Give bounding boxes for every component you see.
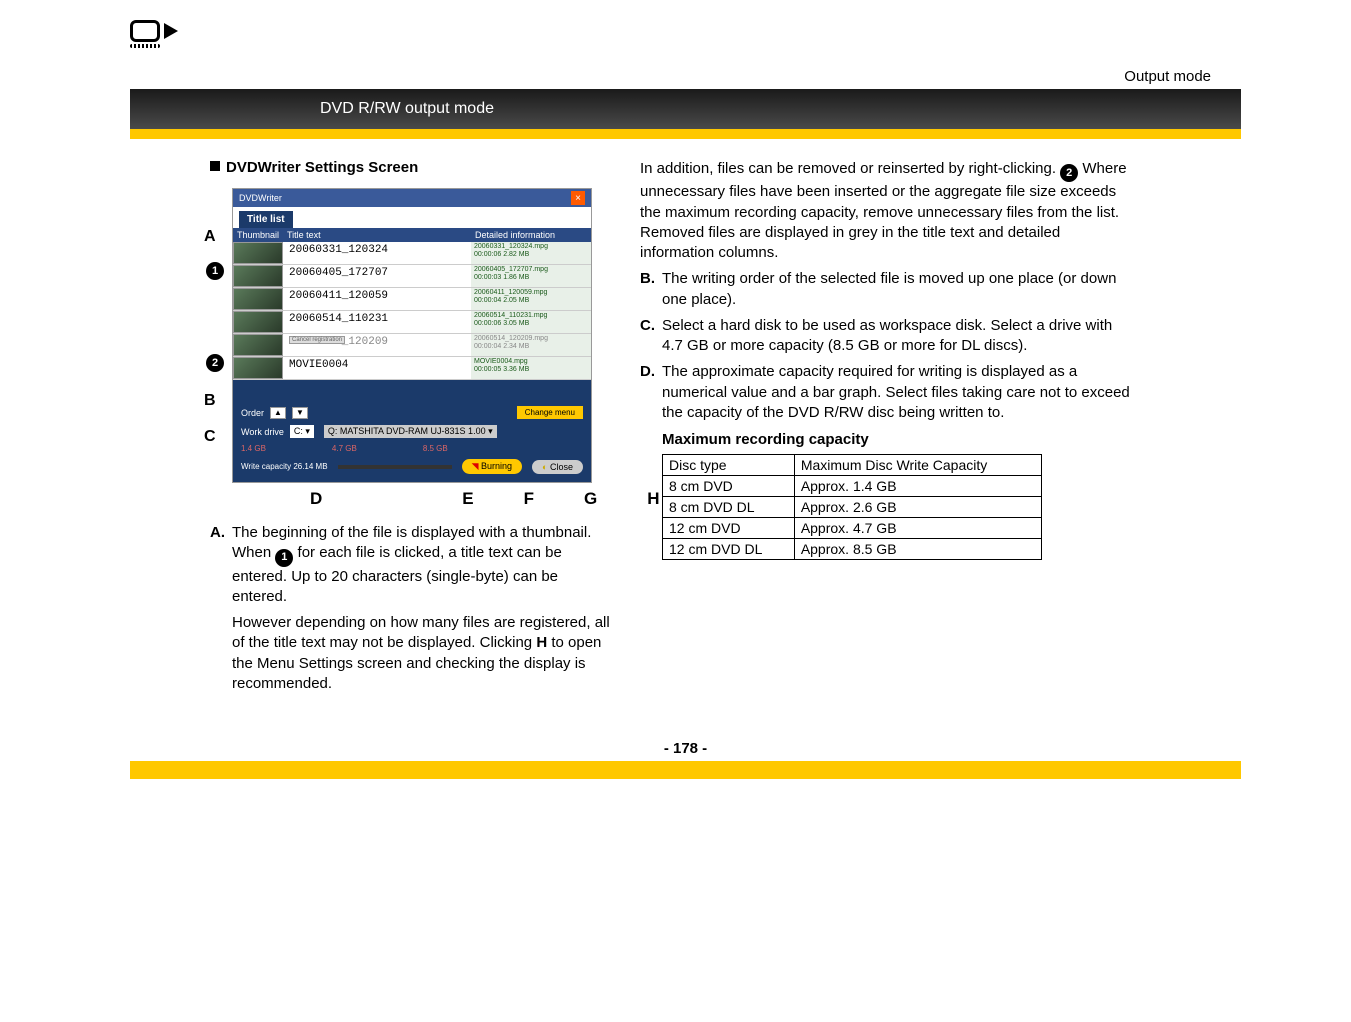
drive-letter-select[interactable]: C: ▾ <box>290 425 314 438</box>
inline-2-icon: 2 <box>1060 164 1078 182</box>
title-text-cell[interactable]: 20060514_110231 <box>283 311 471 333</box>
detail-cell: 20060514_110231.mpg00:00:06 3.05 MB <box>471 311 591 333</box>
drive-path-select[interactable]: Q: MATSHITA DVD-RAM UJ-831S 1.00 ▾ <box>324 425 497 438</box>
window-titlebar: DVDWriter × <box>233 189 591 207</box>
thumbnail-icon[interactable] <box>233 265 283 287</box>
left-body: A. The beginning of the file is displaye… <box>210 523 610 694</box>
capacity-table: Disc typeMaximum Disc Write Capacity 8 c… <box>662 454 1042 560</box>
output-mode-label: Output mode <box>130 68 1241 85</box>
table-row: 8 cm DVD DLApprox. 2.6 GB <box>663 497 1042 518</box>
title-text-cell[interactable]: 20060411_120059 <box>283 288 471 310</box>
callout-1: 1 <box>206 262 224 280</box>
controls-panel: Order ▲ ▼ Change menu Work drive C: ▾ Q:… <box>233 398 591 482</box>
title-text-cell[interactable]: MOVIE0004 <box>283 357 471 379</box>
table-row[interactable]: 20060514_110231 20060514_110231.mpg00:00… <box>233 311 591 334</box>
header-banner: DVD R/RW output mode <box>130 89 1241 129</box>
right-column: In addition, files can be removed or rei… <box>640 159 1140 700</box>
table-row[interactable]: 20060405_172707 20060405_172707.mpg00:00… <box>233 265 591 288</box>
inline-1-icon: 1 <box>275 549 293 567</box>
table-row: 12 cm DVDApprox. 4.7 GB <box>663 518 1042 539</box>
detail-cell: 20060514_120209.mpg00:00:04 2.34 MB <box>471 334 591 356</box>
title-text-cell[interactable]: 20060405_172707 <box>283 265 471 287</box>
detail-cell: MOVIE0004.mpg00:00:05 3.36 MB <box>471 357 591 379</box>
title-text-cell[interactable]: Cancel registration20060514_120209 <box>283 334 471 356</box>
write-capacity-text: Write capacity 26.14 MB <box>241 462 328 471</box>
thumbnail-icon[interactable] <box>233 334 283 356</box>
banner-text: DVD R/RW output mode <box>310 100 494 118</box>
page-number: - 178 - <box>130 740 1241 757</box>
thumbnail-icon[interactable] <box>233 357 283 379</box>
callout-c: C <box>204 428 216 446</box>
callout-b: B <box>204 392 216 410</box>
thumbnail-icon[interactable] <box>233 288 283 310</box>
bottom-callouts: D E F G H <box>310 489 610 509</box>
footer-yellow-band <box>130 761 1241 779</box>
table-row: 12 cm DVD DLApprox. 8.5 GB <box>663 539 1042 560</box>
thumbnail-icon[interactable] <box>233 311 283 333</box>
change-menu-button[interactable]: Change menu <box>517 406 583 419</box>
order-label: Order <box>241 408 264 418</box>
section-heading: DVDWriter Settings Screen <box>210 159 610 176</box>
callout-a: A <box>204 228 216 246</box>
work-drive-label: Work drive <box>241 427 284 437</box>
table-row: 8 cm DVDApprox. 1.4 GB <box>663 476 1042 497</box>
max-capacity-heading: Maximum recording capacity <box>640 431 1130 448</box>
detail-cell: 20060331_120324.mpg00:00:06 2.82 MB <box>471 242 591 264</box>
dvdwriter-window: DVDWriter × Title list Thumbnail Title t… <box>232 188 592 483</box>
camera-icon <box>130 20 178 48</box>
page: Output mode DVD R/RW output mode DVDWrit… <box>130 68 1241 1022</box>
order-down-button[interactable]: ▼ <box>292 407 308 419</box>
close-icon[interactable]: × <box>571 191 585 205</box>
table-row[interactable]: 20060331_120324 20060331_120324.mpg00:00… <box>233 242 591 265</box>
capacity-meter <box>338 465 452 469</box>
table-row[interactable]: MOVIE0004 MOVIE0004.mpg00:00:05 3.36 MB <box>233 357 591 380</box>
burning-button[interactable]: ◥ Burning <box>462 459 522 474</box>
detail-cell: 20060405_172707.mpg00:00:03 1.86 MB <box>471 265 591 287</box>
detail-cell: 20060411_120059.mpg00:00:04 2.05 MB <box>471 288 591 310</box>
table-row[interactable]: 20060411_120059 20060411_120059.mpg00:00… <box>233 288 591 311</box>
table-header: Thumbnail Title text Detailed informatio… <box>233 228 591 242</box>
close-button[interactable]: ◐ Close <box>532 460 583 474</box>
yellow-band <box>130 129 1241 139</box>
callout-2: 2 <box>206 354 224 372</box>
thumbnail-icon[interactable] <box>233 242 283 264</box>
order-up-button[interactable]: ▲ <box>270 407 286 419</box>
table-row[interactable]: Cancel registration20060514_120209 20060… <box>233 334 591 357</box>
tab-title-list[interactable]: Title list <box>239 211 293 228</box>
title-text-cell[interactable]: 20060331_120324 <box>283 242 471 264</box>
